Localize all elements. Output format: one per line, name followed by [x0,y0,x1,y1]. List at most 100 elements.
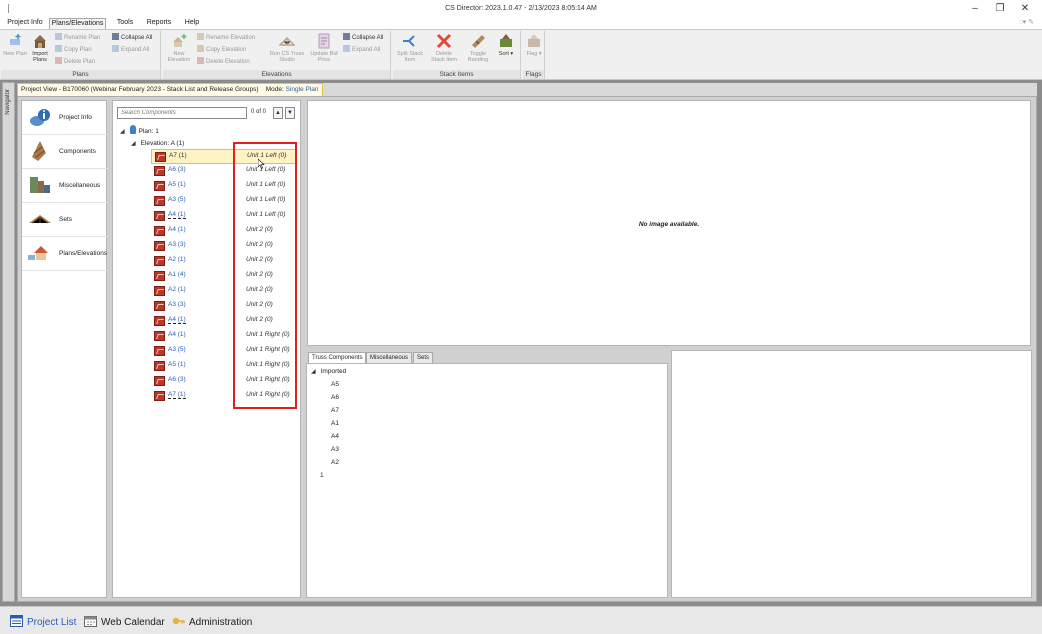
navigator-strip[interactable]: Navigator [2,82,15,602]
new-plan-icon [10,34,21,45]
new-elevation-icon [173,34,187,47]
search-components-input[interactable] [117,107,247,119]
tab-miscellaneous[interactable]: Miscellaneous [366,352,413,363]
list-item[interactable]: A7 [331,407,339,414]
list-item[interactable]: A6 [331,394,339,401]
ribbon-options-icon[interactable]: ◌▾ ✎ [1019,18,1034,26]
project-list-icon [10,615,23,627]
rename-elevation-button[interactable]: Rename Elevation [197,33,255,44]
toggle-banding-button[interactable]: Toggle Banding [463,33,493,69]
project-view-tab[interactable]: Project View - B170060 (Webinar February… [17,83,323,96]
miscellaneous-icon [30,177,50,193]
ribbon-group-flags: Flag ▾ Flags [523,31,545,79]
tree-plan-node[interactable]: ◢ Plan: 1 [120,125,159,137]
truss-icon [154,166,165,176]
tab-sets[interactable]: Sets [413,352,434,363]
list-item[interactable]: A4 [331,433,339,440]
ribbon-group-elevations: New Elevation Rename Elevation Copy Elev… [163,31,391,79]
delete-stack-item-button[interactable]: Delete Stack Item [429,33,459,69]
plans-elevations-icon [28,246,48,260]
sort-icon [500,34,512,47]
tab-help[interactable]: Help [181,18,203,29]
list-item[interactable]: A3 [331,446,339,453]
flag-dropdown-icon[interactable]: ▾ [539,51,542,57]
nav-components[interactable]: Components [22,135,108,169]
run-cs-truss-studio-button[interactable]: Run CS Truss Studio [268,33,306,69]
details-panel [671,350,1032,598]
components-tab-strip: Truss Components Miscellaneous Sets [306,350,668,363]
ribbon-group-plans: New Plan Import Plans Rename Plan Copy P… [1,31,161,79]
tab-reports[interactable]: Reports [143,18,175,29]
expand-elevations-icon [343,45,350,52]
tab-plans-elevations[interactable]: Plans/Elevations [49,18,106,29]
copy-plan-button[interactable]: Copy Plan [55,45,92,56]
copy-elevation-button[interactable]: Copy Elevation [197,45,246,56]
rename-elevation-icon [197,33,204,40]
maximize-button[interactable]: ❐ [992,3,1008,14]
tab-tools[interactable]: Tools [112,18,138,29]
delete-icon [55,57,62,64]
title-bar: CS Director: 2023.1.0.47 - 2/13/2023 8:0… [0,0,1042,18]
truss-icon [154,181,165,191]
nav-sets[interactable]: Sets [22,203,108,237]
nav-project-info[interactable]: Project Info [22,101,108,135]
search-previous-button[interactable]: ▲ [273,107,283,119]
expand-all-elevations-button[interactable]: Expand All [343,45,380,56]
ribbon: New Plan Import Plans Rename Plan Copy P… [0,29,1042,80]
list-item[interactable]: 1 [320,472,324,479]
copy-elevation-icon [197,45,204,52]
administration-link[interactable]: Administration [172,615,252,629]
mouse-cursor-icon [258,159,265,169]
delete-plan-button[interactable]: Delete Plan [55,57,95,68]
delete-elevation-button[interactable]: Delete Elevation [197,57,250,68]
rename-plan-button[interactable]: Rename Plan [55,33,100,44]
import-plans-icon [34,35,46,48]
split-stack-item-button[interactable]: Split Stack Item [395,33,425,69]
project-info-icon [30,109,50,126]
ribbon-group-label: Plans [1,70,160,79]
collapse-all-plans-button[interactable]: Collapse All [112,33,152,44]
new-plan-button[interactable]: New Plan [3,33,27,69]
list-item[interactable]: A5 [331,381,339,388]
import-plans-button[interactable]: Import Plans [28,33,52,69]
bid-price-icon [318,33,330,49]
ribbon-group-label: Flags [523,70,544,79]
web-calendar-link[interactable]: Web Calendar [84,615,165,629]
minimize-button[interactable]: – [967,3,983,14]
ribbon-group-label: Stack Items [393,70,520,79]
sort-button[interactable]: Sort ▾ [495,33,517,69]
collapse-all-elevations-button[interactable]: Collapse All [343,33,383,44]
sets-icon [29,215,51,224]
ribbon-group-label: Elevations [163,70,390,79]
sort-dropdown-icon[interactable]: ▾ [510,51,513,57]
mode-value[interactable]: Single Plan [286,86,319,93]
truss-icon [154,376,165,386]
search-next-button[interactable]: ▼ [285,107,295,119]
list-item[interactable]: A1 [331,420,339,427]
nav-miscellaneous[interactable]: Miscellaneous [22,169,108,203]
close-button[interactable]: ✕ [1017,3,1033,14]
truss-icon [154,271,165,281]
project-list-link[interactable]: Project List [10,615,76,629]
truss-icon [154,196,165,206]
list-item[interactable]: A2 [331,459,339,466]
truss-icon [154,226,165,236]
expand-triangle-icon[interactable]: ◢ [131,138,136,150]
tab-project-info[interactable]: Project Info [4,18,46,29]
window-title: CS Director: 2023.1.0.47 - 2/13/2023 8:0… [445,5,597,12]
collapse-elevations-icon [343,33,350,40]
document-header: Project View - B170060 (Webinar February… [17,83,1037,96]
nav-plans-elevations[interactable]: Plans/Elevations [22,237,108,271]
expand-triangle-icon[interactable]: ◢ [120,126,125,138]
tab-truss-components[interactable]: Truss Components [308,352,367,363]
expand-triangle-icon[interactable]: ◢ [311,368,316,375]
truss-icon [154,346,165,356]
imported-group-node[interactable]: ◢ Imported [311,368,346,375]
flag-button[interactable]: Flag ▾ [523,33,545,69]
key-icon [172,617,185,625]
update-bid-price-button[interactable]: Update Bid Price [309,33,339,69]
expand-all-plans-button[interactable]: Expand All [112,45,149,56]
truss-icon [154,241,165,251]
copy-icon [55,45,62,52]
new-elevation-button[interactable]: New Elevation [165,33,193,69]
